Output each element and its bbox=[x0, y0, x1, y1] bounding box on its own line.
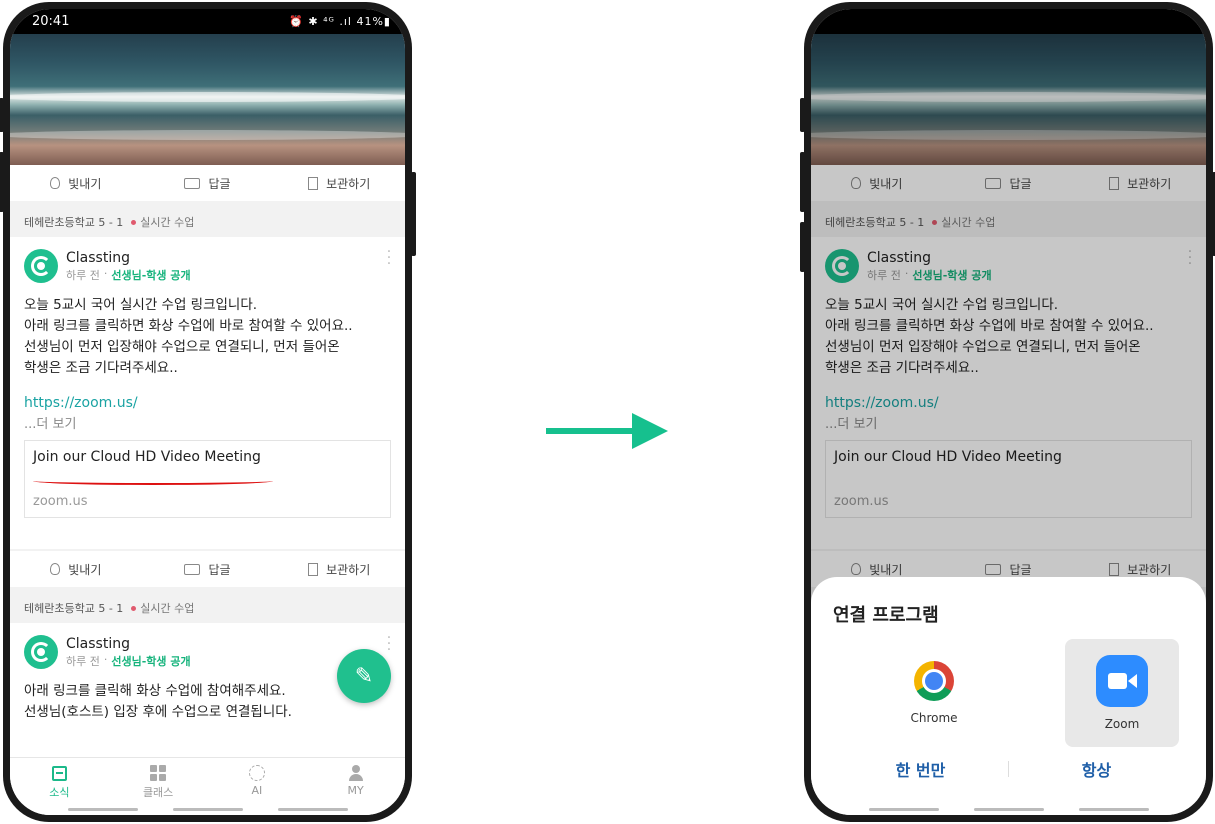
reply-button[interactable]: 답글 bbox=[142, 175, 274, 192]
nav-gesture-bar bbox=[10, 808, 405, 811]
sheet-actions: 한 번만 항상 bbox=[833, 757, 1184, 781]
app-option-zoom[interactable]: Zoom bbox=[1065, 639, 1179, 747]
bulb-icon bbox=[50, 563, 61, 575]
status-icons: ⏰ ✱ ⁴ᴳ .ıl 41%▮ bbox=[289, 15, 391, 28]
bottom-tab-bar: 소식 클래스 AI MY bbox=[10, 757, 405, 815]
bookmark-icon bbox=[308, 562, 319, 576]
power-button bbox=[411, 172, 416, 256]
author-name[interactable]: Classting bbox=[66, 635, 191, 653]
volume-button bbox=[800, 98, 805, 132]
more-options-icon[interactable]: · · · bbox=[385, 245, 393, 271]
just-once-button[interactable]: 한 번만 bbox=[833, 757, 1008, 781]
link-preview-title: Join our Cloud HD Video Meeting bbox=[33, 449, 261, 465]
phone-right: 빛내기 답글 보관하기 테헤란초등학교 5 - 1 실시간 수업 Classti… bbox=[800, 2, 1215, 822]
post-image[interactable] bbox=[10, 34, 405, 165]
link-preview-domain: zoom.us bbox=[33, 494, 88, 509]
always-button[interactable]: 항상 bbox=[1009, 757, 1184, 781]
sheet-title: 연결 프로그램 bbox=[833, 605, 939, 626]
post-author: Classting 하루 전 · 선생님-학생 공개 · · · bbox=[24, 245, 393, 283]
screen-right: 빛내기 답글 보관하기 테헤란초등학교 5 - 1 실시간 수업 Classti… bbox=[811, 9, 1206, 815]
post-time: 하루 전 bbox=[66, 655, 100, 668]
ai-icon bbox=[248, 765, 265, 781]
bulb-icon bbox=[50, 177, 61, 189]
reply-button[interactable]: 답글 bbox=[142, 561, 274, 578]
post-class-header[interactable]: 테헤란초등학교 5 - 1 실시간 수업 bbox=[10, 207, 405, 237]
author-name[interactable]: Classting bbox=[66, 249, 191, 267]
app-option-chrome[interactable]: Chrome bbox=[877, 639, 991, 747]
grid-icon bbox=[150, 765, 167, 781]
status-bar-blank bbox=[811, 9, 1206, 34]
more-options-icon[interactable]: · · · bbox=[385, 631, 393, 657]
post-actions: 빛내기 답글 보관하기 bbox=[10, 165, 405, 201]
phone-left: 20:41 ⏰ ✱ ⁴ᴳ .ıl 41%▮ 빛내기 답글 보관하기 테헤란초등학… bbox=[0, 2, 416, 822]
shine-button[interactable]: 빛내기 bbox=[10, 175, 142, 192]
nav-gesture-bar bbox=[811, 808, 1206, 811]
red-annotation-underline bbox=[33, 477, 273, 485]
live-dot-icon bbox=[131, 605, 137, 611]
post-author: Classting 하루 전 · 선생님-학생 공개 · · · bbox=[24, 631, 393, 669]
app-chooser: Chrome Zoom bbox=[833, 639, 1184, 757]
volume-button bbox=[800, 152, 805, 212]
user-icon bbox=[348, 765, 364, 781]
post-link[interactable]: https://zoom.us/ bbox=[24, 395, 391, 411]
link-preview-card[interactable]: Join our Cloud HD Video Meeting zoom.us bbox=[24, 440, 391, 518]
shine-button[interactable]: 빛내기 bbox=[10, 561, 142, 578]
status-bar: 20:41 ⏰ ✱ ⁴ᴳ .ıl 41%▮ bbox=[10, 9, 405, 34]
classting-logo-icon[interactable] bbox=[24, 249, 58, 283]
save-button[interactable]: 보관하기 bbox=[273, 561, 405, 578]
post-actions: 빛내기 답글 보관하기 bbox=[10, 551, 405, 587]
live-dot-icon bbox=[131, 219, 137, 225]
post-class-header[interactable]: 테헤란초등학교 5 - 1 실시간 수업 bbox=[10, 593, 405, 623]
post-body: 오늘 5교시 국어 실시간 수업 링크입니다. 아래 링크를 클릭하면 화상 수… bbox=[24, 297, 353, 376]
arrow-head-icon bbox=[632, 413, 668, 449]
save-button[interactable]: 보관하기 bbox=[273, 175, 405, 192]
chat-icon bbox=[184, 177, 201, 189]
open-with-sheet: 연결 프로그램 Chrome Zoom 한 번만 항상 bbox=[811, 577, 1206, 815]
screen-left: 20:41 ⏰ ✱ ⁴ᴳ .ıl 41%▮ 빛내기 답글 보관하기 테헤란초등학… bbox=[10, 9, 405, 815]
volume-button bbox=[0, 152, 4, 212]
status-time: 20:41 bbox=[32, 14, 70, 29]
chat-icon bbox=[184, 563, 201, 575]
feed: 빛내기 답글 보관하기 테헤란초등학교 5 - 1 실시간 수업 Classti… bbox=[10, 165, 405, 815]
pencil-icon: ✎ bbox=[354, 663, 374, 689]
write-post-button[interactable]: ✎ bbox=[337, 649, 391, 703]
classting-logo-icon[interactable] bbox=[24, 635, 58, 669]
chrome-icon bbox=[914, 661, 954, 701]
read-more-link[interactable]: ...더 보기 bbox=[24, 413, 391, 432]
post-card: Classting 하루 전 · 선생님-학생 공개 · · · 오늘 5교시 국어 실… bbox=[10, 237, 405, 549]
volume-button bbox=[0, 98, 4, 132]
post-time: 하루 전 bbox=[66, 269, 100, 282]
transition-arrow bbox=[546, 428, 636, 434]
bixby-button bbox=[800, 222, 805, 272]
post-visibility: 선생님-학생 공개 bbox=[111, 655, 191, 668]
post-body: 아래 링크를 클릭해 화상 수업에 참여해주세요. 선생님(호스트) 입장 후에… bbox=[24, 683, 292, 720]
feed-icon bbox=[51, 765, 67, 781]
bookmark-icon bbox=[308, 176, 319, 190]
zoom-icon bbox=[1096, 655, 1148, 707]
post-visibility: 선생님-학생 공개 bbox=[111, 269, 191, 282]
